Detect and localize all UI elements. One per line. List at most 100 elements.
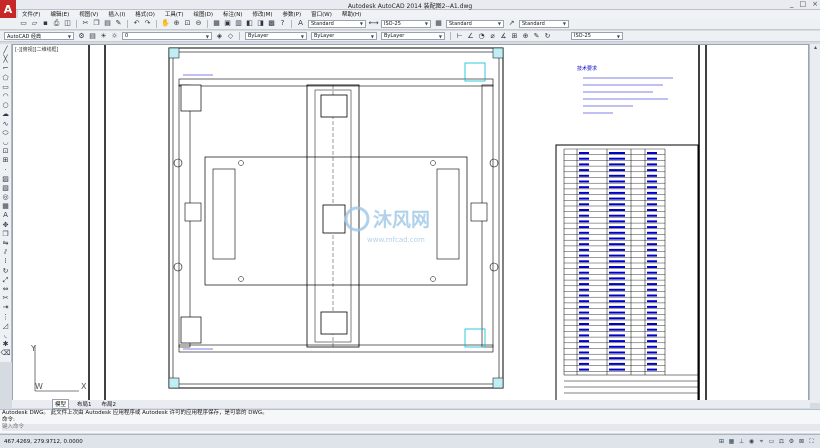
undo-icon[interactable]: ↶	[132, 19, 141, 28]
menu-parametric[interactable]: 参数(P)	[283, 10, 302, 18]
model-space-icon[interactable]: ▭	[767, 437, 776, 446]
application-menu-button[interactable]: A	[0, 0, 16, 20]
tolerance-icon[interactable]: ⊞	[510, 32, 519, 41]
close-button[interactable]: ×	[812, 0, 818, 8]
tab-layout1[interactable]: 布局1	[75, 400, 94, 408]
paste-icon[interactable]: ▤	[103, 19, 112, 28]
insert-block-icon[interactable]: ⊡	[1, 147, 10, 156]
command-input[interactable]: 键入命令	[2, 424, 820, 431]
design-center-icon[interactable]: ▣	[223, 19, 232, 28]
workspace-gear-icon[interactable]: ⚙	[787, 437, 796, 446]
scroll-up-icon[interactable]: ▴	[810, 44, 820, 53]
dimension-linear-icon[interactable]: ⊢	[455, 32, 464, 41]
dimension-edit-icon[interactable]: ✎	[532, 32, 541, 41]
polar-icon[interactable]: ◉	[747, 437, 756, 446]
scale-icon[interactable]: ⤢	[1, 276, 10, 285]
menu-dimension[interactable]: 标注(N)	[223, 10, 242, 18]
hatch-icon[interactable]: ▨	[1, 175, 10, 184]
copy-object-icon[interactable]: ❐	[1, 230, 10, 239]
markup-icon[interactable]: ◨	[256, 19, 265, 28]
chamfer-icon[interactable]: ◿	[1, 322, 10, 331]
line-icon[interactable]: ╱	[1, 46, 10, 55]
mtext-icon[interactable]: A	[1, 211, 10, 220]
erase-icon[interactable]: ⌫	[1, 349, 11, 358]
menu-help[interactable]: 帮助(H)	[342, 10, 361, 18]
match-properties-icon[interactable]: ✎	[114, 19, 123, 28]
spline-icon[interactable]: ∿	[1, 120, 10, 129]
rectangle-icon[interactable]: ▭	[1, 83, 10, 92]
color-select[interactable]: ByLayer ▼	[245, 32, 307, 40]
construction-line-icon[interactable]: ╳	[1, 55, 10, 64]
make-block-icon[interactable]: ⊞	[1, 156, 10, 165]
menu-tools[interactable]: 工具(T)	[165, 10, 184, 18]
ortho-icon[interactable]: ⊥	[737, 437, 746, 446]
tool-palettes-icon[interactable]: ▥	[234, 19, 243, 28]
gradient-icon[interactable]: ▧	[1, 184, 10, 193]
extend-icon[interactable]: ⇥	[1, 303, 10, 312]
pan-icon[interactable]: ✋	[161, 19, 170, 28]
linetype-select[interactable]: ByLayer ▼	[311, 32, 377, 40]
lightbulb-icon[interactable]: ☀	[99, 32, 108, 41]
copy-icon[interactable]: ❐	[92, 19, 101, 28]
tab-model[interactable]: 模型	[52, 399, 70, 409]
menu-edit[interactable]: 编辑(E)	[50, 10, 69, 18]
menu-format[interactable]: 格式(O)	[135, 10, 155, 18]
explode-icon[interactable]: ✱	[1, 340, 10, 349]
lineweight-select[interactable]: ByLayer ▼	[381, 32, 445, 40]
minimize-button[interactable]: _	[790, 0, 794, 8]
maximize-button[interactable]: □	[800, 0, 807, 8]
ellipse-icon[interactable]: ⬭	[1, 129, 10, 138]
ellipse-arc-icon[interactable]: ◡	[1, 138, 10, 147]
calculator-icon[interactable]: ▩	[267, 19, 276, 28]
dim-style-select-right[interactable]: ISO-25 ▼	[571, 32, 623, 40]
fullscreen-icon[interactable]: ⛶	[807, 437, 816, 446]
grid-icon[interactable]: ▦	[727, 437, 736, 446]
table-style-select[interactable]: Standard ▼	[446, 19, 504, 28]
layer-manager-icon[interactable]: ▤	[88, 32, 97, 41]
arc-icon[interactable]: ◠	[1, 92, 10, 101]
zoom-previous-icon[interactable]: ⊖	[194, 19, 203, 28]
menu-insert[interactable]: 插入(I)	[108, 10, 125, 18]
print-icon[interactable]: ⎙	[52, 19, 61, 28]
tab-layout2[interactable]: 布局2	[100, 400, 119, 408]
open-icon[interactable]: ▱	[30, 19, 39, 28]
center-mark-icon[interactable]: ⊕	[521, 32, 530, 41]
polyline-icon[interactable]: ⌐	[1, 64, 10, 73]
menu-view[interactable]: 视图(V)	[79, 10, 98, 18]
horizontal-scrollbar[interactable]	[470, 400, 810, 408]
array-icon[interactable]: ⁞	[1, 257, 10, 266]
break-icon[interactable]: ⋮	[1, 312, 10, 321]
menu-modify[interactable]: 修改(M)	[252, 10, 272, 18]
dimension-diameter-icon[interactable]: ⌀	[488, 32, 497, 41]
rotate-icon[interactable]: ↻	[1, 267, 10, 276]
trim-icon[interactable]: ✂	[1, 294, 10, 303]
point-icon[interactable]: ·	[1, 165, 10, 174]
menu-window[interactable]: 窗口(W)	[311, 10, 332, 18]
new-icon[interactable]: ▭	[19, 19, 28, 28]
osnap-icon[interactable]: ⌖	[757, 437, 766, 446]
save-icon[interactable]: ▪	[41, 19, 50, 28]
dim-style-select[interactable]: ISO-25 ▼	[381, 19, 431, 28]
dimension-aligned-icon[interactable]: ∠	[466, 32, 475, 41]
vertical-scrollbar[interactable]: ▴	[809, 44, 820, 403]
viewport-controls[interactable]: [-][俯视][二维线框]	[15, 46, 59, 53]
mleader-style-select[interactable]: Standard ▼	[519, 19, 569, 28]
move-icon[interactable]: ✥	[1, 221, 10, 230]
mirror-icon[interactable]: ⇋	[1, 239, 10, 248]
circle-icon[interactable]: ○	[1, 101, 10, 110]
table-icon[interactable]: ▦	[1, 202, 10, 211]
drawing-canvas[interactable]: [-][俯视][二维线框] 技术要求 沐风网 www.mfcad.com Y X…	[12, 44, 809, 403]
menu-draw[interactable]: 绘图(D)	[194, 10, 214, 18]
sheet-set-icon[interactable]: ◧	[245, 19, 254, 28]
layer-select[interactable]: 0 ▼	[122, 32, 212, 40]
text-style-select[interactable]: Standard ▼	[308, 19, 366, 28]
snap-icon[interactable]: ⊞	[717, 437, 726, 446]
fillet-icon[interactable]: ◟	[1, 331, 10, 340]
dimension-update-icon[interactable]: ↻	[543, 32, 552, 41]
annotation-scale-icon[interactable]: ⚖	[777, 437, 786, 446]
stretch-icon[interactable]: ⇔	[1, 285, 10, 294]
lock-icon[interactable]: ⊠	[797, 437, 806, 446]
gear-icon[interactable]: ⚙	[77, 32, 86, 41]
layer-previous-icon[interactable]: ◇	[226, 32, 235, 41]
make-current-layer-icon[interactable]: ◈	[215, 32, 224, 41]
